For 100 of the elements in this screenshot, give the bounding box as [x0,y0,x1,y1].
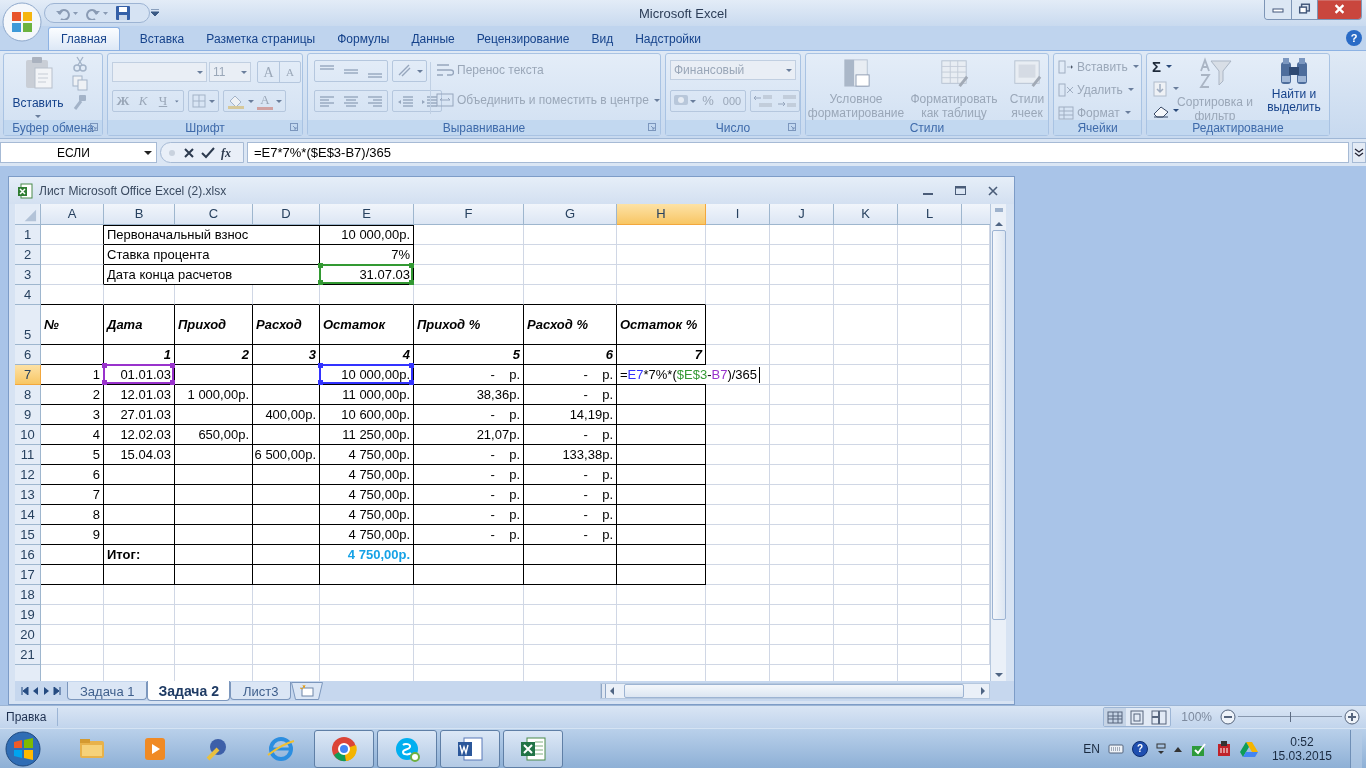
split-handle[interactable] [601,684,606,698]
decrease-decimal-icon[interactable] [775,92,799,110]
view-button[interactable] [1104,708,1127,726]
undo-icon[interactable] [55,6,79,20]
row-header[interactable]: 13 [15,485,41,505]
column-header[interactable]: J [770,204,834,225]
first-sheet-icon[interactable] [21,687,29,695]
taskbar-button[interactable] [314,729,374,768]
column-header[interactable]: K [834,204,898,225]
row-header[interactable]: 16 [15,545,41,565]
ribbon-tab[interactable]: Главная [48,27,120,50]
dialog-launcher-icon[interactable] [788,123,796,131]
dialog-launcher-icon[interactable] [290,123,298,131]
dialog-launcher-icon[interactable] [648,123,656,131]
language-indicator[interactable]: EN [1083,739,1100,758]
keyboard-icon[interactable] [1107,742,1124,755]
column-header[interactable]: C [175,204,253,225]
tray-expand-icon[interactable] [1155,742,1166,755]
row-header[interactable]: 15 [15,525,41,545]
view-switcher[interactable] [1103,707,1172,727]
scrollbar-thumb[interactable] [991,230,1006,620]
row-header[interactable]: 1 [15,225,41,245]
save-icon[interactable] [115,5,131,21]
taskbar-button[interactable] [377,729,437,768]
column-header[interactable]: B [104,204,175,225]
borders-icon[interactable] [192,94,206,108]
next-sheet-icon[interactable] [43,687,49,695]
row-header[interactable]: 5 [15,305,41,345]
row-header[interactable]: 2 [15,245,41,265]
editing-cell[interactable]: =E7*7%*($E$3-B7)/365 [617,365,762,384]
ribbon-tab[interactable]: Разметка страницы [204,27,318,50]
row-header[interactable]: 3 [15,265,41,285]
find-select-button[interactable]: Найти и выделить [1261,56,1327,114]
zoom-slider[interactable] [1238,711,1342,723]
row-header[interactable]: 12 [15,465,41,485]
column-header[interactable]: D [253,204,320,225]
column-header[interactable]: G [524,204,617,225]
insert-sheet-icon[interactable] [291,682,324,700]
insert-function-button[interactable]: fx [221,143,231,162]
row-header[interactable]: 17 [15,565,41,585]
zoom-out-icon[interactable] [1220,709,1236,725]
increase-decimal-icon[interactable] [751,92,775,110]
row-header[interactable]: 6 [15,345,41,365]
scrollbar-thumb[interactable] [624,684,964,698]
ribbon-tab[interactable]: Надстройки [633,27,703,50]
horizontal-scrollbar[interactable] [600,683,990,699]
row-header[interactable]: 8 [15,385,41,405]
ribbon-tab[interactable]: Вид [589,27,616,50]
column-header[interactable]: I [706,204,770,225]
copy-icon[interactable] [72,75,88,91]
column-header[interactable]: H [617,204,706,225]
row-header[interactable]: 20 [15,625,41,645]
row-header[interactable]: 11 [15,445,41,465]
taskbar-button[interactable] [503,729,563,768]
row-header[interactable]: 4 [15,285,41,305]
zoom-in-icon[interactable] [1344,709,1360,725]
format-painter-icon[interactable] [72,94,88,110]
drive-icon[interactable] [1239,740,1258,757]
expand-icon[interactable] [1352,142,1366,163]
select-all-icon[interactable] [15,204,41,225]
cancel-icon[interactable] [183,146,195,159]
sum-button[interactable]: Σ [1152,59,1161,74]
name-box[interactable]: ЕСЛИ [0,142,157,163]
help-button[interactable]: ? [1131,740,1148,757]
row-header[interactable] [15,665,41,681]
close-icon[interactable] [1317,0,1361,19]
previous-sheet-icon[interactable] [33,687,39,695]
maximize-icon[interactable] [955,186,966,195]
fill-color-icon[interactable] [227,93,245,109]
ribbon-tab[interactable]: Вставка [137,27,187,50]
sheet-tab[interactable]: Задача 2 [147,681,230,701]
formula-field[interactable]: =E7*7%*($E$3-B7)/365 [247,142,1349,163]
column-header[interactable]: A [41,204,104,225]
restore-icon[interactable] [1291,0,1317,19]
ribbon-tab[interactable]: Формулы [335,27,392,50]
column-header[interactable]: L [898,204,962,225]
row-header[interactable]: 19 [15,605,41,625]
row-header[interactable]: 21 [15,645,41,665]
start-button[interactable] [4,729,42,768]
column-header[interactable]: F [414,204,524,225]
show-hidden-icon[interactable] [1173,745,1182,752]
scissors-icon[interactable] [72,56,88,72]
taskbar-button[interactable] [440,729,500,768]
redo-icon[interactable] [85,6,109,20]
ribbon-tab[interactable]: Рецензирование [474,27,572,50]
enter-icon[interactable] [201,146,215,159]
splitter-icon[interactable] [167,147,177,158]
fill-down-icon[interactable] [1152,80,1168,97]
sheet-tab[interactable]: Лист3 [229,682,292,700]
column-header[interactable]: E [320,204,414,225]
row-header[interactable]: 18 [15,585,41,605]
device-icon[interactable] [1215,739,1232,758]
row-header[interactable]: 7 [15,365,41,385]
help-button[interactable]: ? [1346,30,1362,46]
ribbon-tab[interactable]: Данные [409,27,457,50]
customize-icon[interactable] [150,9,160,17]
row-header[interactable]: 14 [15,505,41,525]
last-sheet-icon[interactable] [53,687,61,695]
vertical-scrollbar[interactable] [990,204,1006,681]
clock-time[interactable]: 0:52 [1290,734,1314,749]
